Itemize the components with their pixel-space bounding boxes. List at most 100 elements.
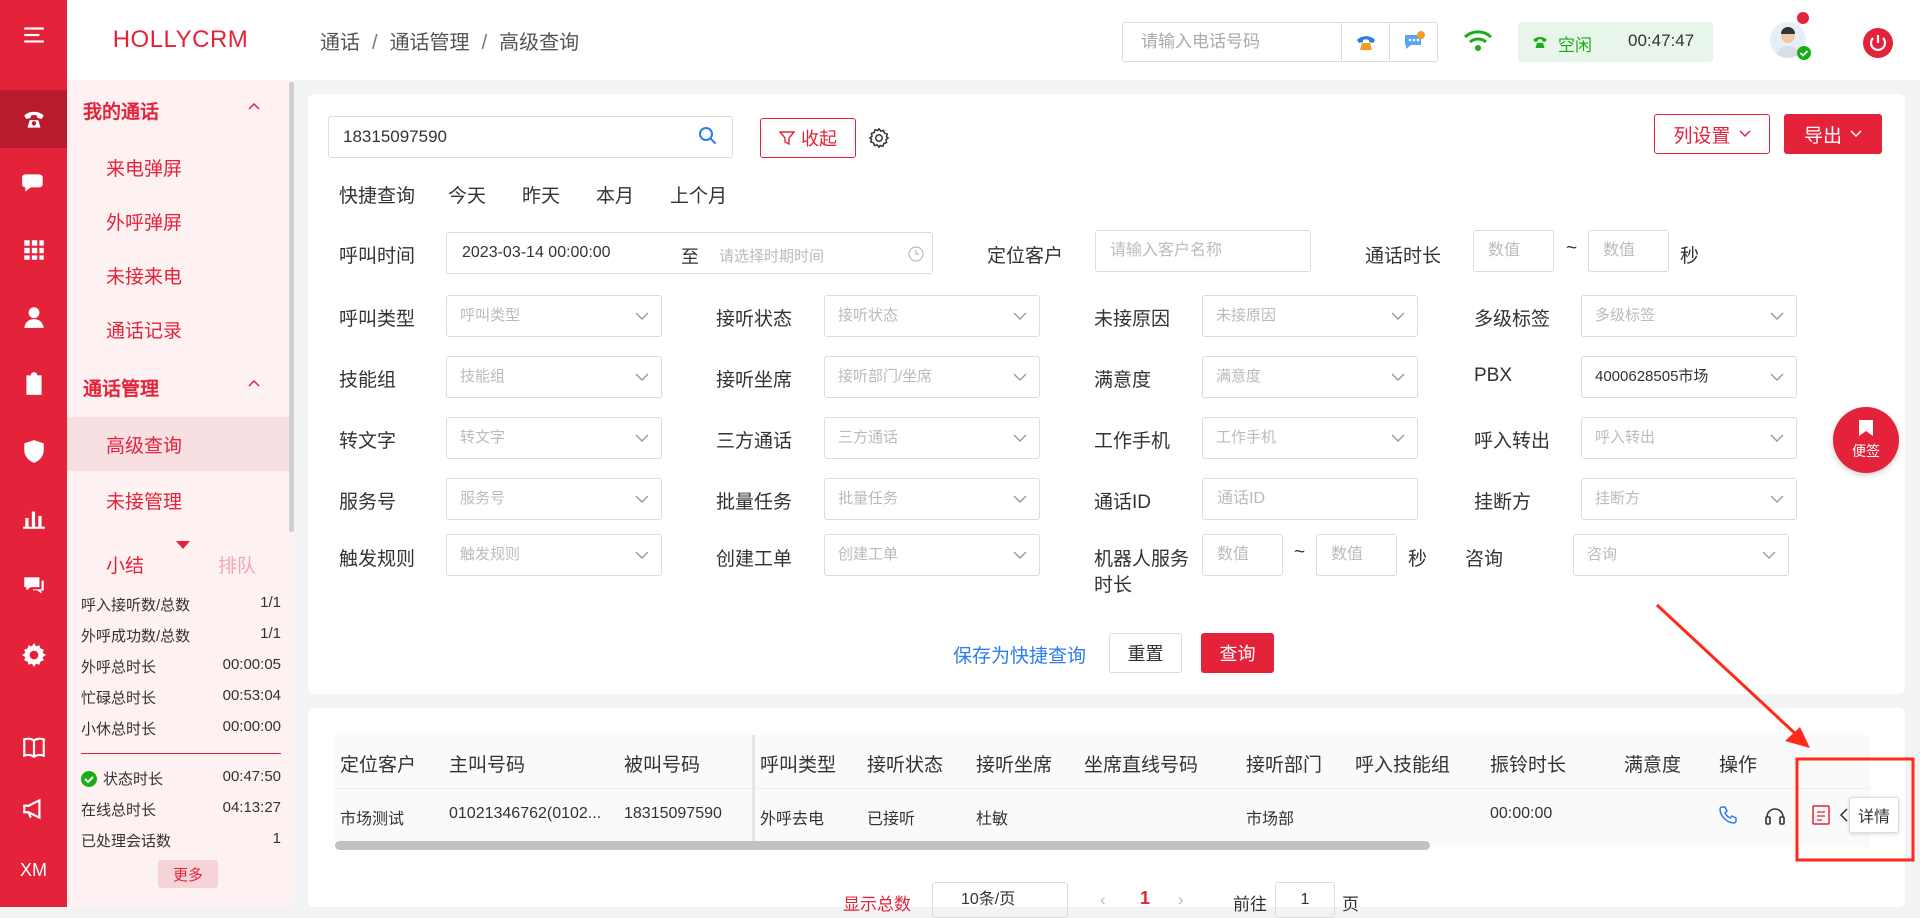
- current-page[interactable]: 1: [1140, 888, 1150, 909]
- agent-status[interactable]: 空闲 00:47:47: [1518, 22, 1713, 62]
- customer-name-input[interactable]: 请输入客户名称: [1095, 230, 1311, 272]
- breadcrumb-item[interactable]: 通话: [320, 32, 360, 54]
- chevron-left-icon[interactable]: [1839, 807, 1849, 823]
- filter-label: 挂断方: [1474, 492, 1532, 513]
- frozen-column-shadow: [752, 735, 755, 847]
- trigger-rule-select[interactable]: 触发规则: [446, 534, 662, 576]
- book-icon[interactable]: [0, 722, 67, 772]
- reset-button[interactable]: 重置: [1109, 633, 1182, 673]
- column-header[interactable]: 定位客户: [340, 750, 416, 777]
- call-icon[interactable]: [1718, 805, 1738, 825]
- shield-icon[interactable]: [0, 426, 67, 476]
- tab-summary[interactable]: 小结: [106, 551, 144, 578]
- filter-label: 满意度: [1094, 370, 1152, 391]
- dial-button[interactable]: [1341, 23, 1389, 61]
- search-icon[interactable]: [698, 126, 718, 146]
- filter-select[interactable]: 三方通话: [824, 417, 1040, 459]
- export-button[interactable]: 导出: [1784, 114, 1882, 154]
- stat-row: 状态时长 00:47:50: [81, 768, 281, 789]
- tab-queue[interactable]: 排队: [218, 551, 256, 578]
- nav-group-call-management[interactable]: 通话管理: [83, 374, 159, 401]
- phone-input[interactable]: 请输入电话号码: [1123, 23, 1341, 61]
- nav-item-incoming-popup[interactable]: 来电弹屏: [106, 154, 182, 181]
- sidebar-scrollbar[interactable]: [289, 82, 294, 532]
- duration-max-input[interactable]: 数值: [1588, 230, 1669, 272]
- filter-select[interactable]: 转文字: [446, 417, 662, 459]
- consult-select[interactable]: 咨询: [1573, 534, 1789, 576]
- nav-item-call-records[interactable]: 通话记录: [106, 316, 182, 343]
- filter-select[interactable]: 多级标签: [1581, 295, 1797, 337]
- column-header[interactable]: 主叫号码: [449, 750, 525, 777]
- gear-icon[interactable]: [0, 630, 67, 680]
- menu-icon[interactable]: [0, 10, 67, 60]
- filter-select[interactable]: 4000628505市场: [1581, 356, 1797, 398]
- sticky-note-button[interactable]: 便签: [1833, 407, 1899, 473]
- filter-select[interactable]: 接听状态: [824, 295, 1040, 337]
- nav-group-my-calls[interactable]: 我的通话: [83, 97, 159, 124]
- filter-select[interactable]: 呼叫类型: [446, 295, 662, 337]
- chevron-up-icon[interactable]: [248, 378, 260, 390]
- user-icon[interactable]: [0, 292, 67, 342]
- column-settings-button[interactable]: 列设置: [1654, 114, 1770, 154]
- sms-button[interactable]: [1389, 23, 1437, 61]
- message-icon[interactable]: [0, 560, 67, 610]
- column-header[interactable]: 接听部门: [1246, 750, 1322, 777]
- quick-yesterday[interactable]: 昨天: [522, 181, 560, 208]
- duration-min-input[interactable]: 数值: [1473, 230, 1554, 272]
- headset-icon[interactable]: [1764, 805, 1786, 825]
- goto-page-input[interactable]: 1: [1275, 882, 1335, 918]
- date-range-picker[interactable]: 2023-03-14 00:00:00 至 请选择时期时间: [446, 232, 933, 274]
- column-header[interactable]: 满意度: [1624, 750, 1681, 777]
- collapse-button[interactable]: 收起: [760, 118, 856, 158]
- start-date-input[interactable]: 2023-03-14 00:00:00: [462, 244, 611, 262]
- grid-icon[interactable]: [0, 225, 67, 275]
- filter-select[interactable]: 呼入转出: [1581, 417, 1797, 459]
- query-button[interactable]: 查询: [1201, 633, 1274, 673]
- document-icon[interactable]: [1812, 805, 1830, 825]
- column-header[interactable]: 坐席直线号码: [1084, 750, 1198, 777]
- end-date-input[interactable]: 请选择时期时间: [719, 245, 824, 266]
- filter-select[interactable]: 批量任务: [824, 478, 1040, 520]
- column-header[interactable]: 呼入技能组: [1355, 750, 1450, 777]
- create-ticket-select[interactable]: 创建工单: [824, 534, 1040, 576]
- chat-icon[interactable]: [0, 158, 67, 208]
- breadcrumb-item[interactable]: 通话管理: [390, 32, 470, 54]
- filter-select[interactable]: 服务号: [446, 478, 662, 520]
- page-size-select[interactable]: 10条/页: [932, 882, 1068, 918]
- more-button[interactable]: 更多: [158, 860, 218, 888]
- quick-today[interactable]: 今天: [448, 181, 486, 208]
- column-header[interactable]: 接听坐席: [976, 750, 1052, 777]
- megaphone-icon[interactable]: [0, 784, 67, 834]
- robot-max-input[interactable]: 数值: [1316, 534, 1397, 576]
- filter-select[interactable]: 接听部门/坐席: [824, 356, 1040, 398]
- nav-item-outgoing-popup[interactable]: 外呼弹屏: [106, 208, 182, 235]
- nav-item-advanced-query[interactable]: 高级查询: [67, 417, 290, 471]
- filter-select[interactable]: 挂断方: [1581, 478, 1797, 520]
- nav-item-missed-management[interactable]: 未接管理: [106, 487, 182, 514]
- power-button[interactable]: [1863, 28, 1893, 58]
- filter-select[interactable]: 未接原因: [1202, 295, 1418, 337]
- filter-select[interactable]: 满意度: [1202, 356, 1418, 398]
- search-input[interactable]: 18315097590: [328, 116, 733, 158]
- filter-select[interactable]: 工作手机: [1202, 417, 1418, 459]
- quick-this-month[interactable]: 本月: [596, 181, 634, 208]
- filter-label: 工作手机: [1094, 431, 1171, 452]
- table-horizontal-scrollbar[interactable]: [335, 841, 1430, 850]
- column-header[interactable]: 被叫号码: [624, 750, 700, 777]
- filter-input[interactable]: 通话ID: [1202, 478, 1418, 520]
- save-quick-query-link[interactable]: 保存为快捷查询: [953, 641, 1086, 668]
- prev-page-button[interactable]: ‹: [1100, 890, 1106, 910]
- clipboard-icon[interactable]: [0, 359, 67, 409]
- column-header[interactable]: 振铃时长: [1490, 750, 1566, 777]
- filter-select[interactable]: 技能组: [446, 356, 662, 398]
- phone-icon[interactable]: [0, 90, 67, 148]
- chevron-up-icon[interactable]: [248, 101, 260, 113]
- settings-gear-icon[interactable]: [868, 127, 890, 149]
- quick-last-month[interactable]: 上个月: [670, 181, 727, 208]
- column-header[interactable]: 接听状态: [867, 750, 943, 777]
- nav-item-missed-calls[interactable]: 未接来电: [106, 262, 182, 289]
- chart-icon[interactable]: [0, 493, 67, 543]
- next-page-button[interactable]: ›: [1178, 890, 1184, 910]
- column-header[interactable]: 呼叫类型: [760, 750, 836, 777]
- robot-min-input[interactable]: 数值: [1202, 534, 1283, 576]
